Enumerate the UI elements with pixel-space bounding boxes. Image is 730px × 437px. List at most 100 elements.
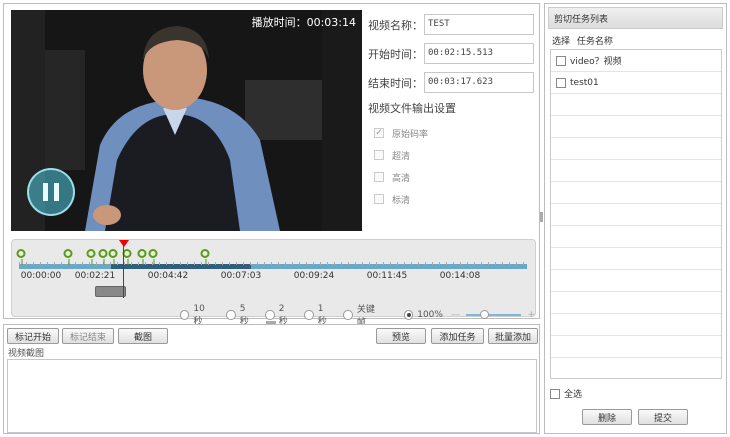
timeline-tick [432,262,433,265]
add-task-button[interactable]: 添加任务 [431,328,484,344]
video-letterbox-right [322,10,362,231]
timeline-tick [383,262,384,265]
clip-selection-handle[interactable] [95,286,126,297]
task-name: video？视频 [570,57,622,67]
empty-row [551,270,721,292]
task-list-header: 选择 任务名称 [552,34,617,47]
zoom-slider[interactable] [465,310,522,319]
timeline-tick [117,262,118,265]
step-radio-2s[interactable] [265,310,275,320]
empty-row [551,204,721,226]
empty-row [551,336,721,358]
timeline-tick [257,262,258,265]
start-time-input[interactable]: 00:02:15.513 [424,43,534,64]
select-all-checkbox[interactable] [550,388,560,399]
option-label: 标清 [392,195,411,206]
timeline-tick [215,262,216,265]
timeline-tick [82,262,83,265]
timeline-tick [173,262,174,265]
video-player[interactable]: 播放时间：00:03:14 [11,10,362,231]
submit-button[interactable]: 提交 [638,409,688,425]
timeline-tick [40,262,41,265]
timeline-marker[interactable] [200,249,210,265]
step-radio-5s[interactable] [226,310,236,320]
timeline-marker[interactable] [108,249,118,265]
zoom-radio[interactable] [403,310,414,320]
preview-button[interactable]: 预览 [376,328,426,344]
timeline-tick [264,262,265,265]
pause-button[interactable] [27,168,75,216]
editor-panel: 播放时间：00:03:14 视频名称： TEST 开始时间： 00:02:15.… [3,3,540,328]
column-task-name: 任务名称 [576,37,613,47]
timeline-tick [208,262,209,265]
empty-row [551,94,721,116]
option-original-bitrate[interactable]: ✓ 原始码率 [368,122,538,144]
timeline-tick [390,262,391,265]
empty-row [551,138,721,160]
video-frame [45,10,322,231]
timeline-tick [397,262,398,265]
timeline-tick [19,262,20,265]
timeline-tick [516,262,517,265]
task-checkbox[interactable] [556,77,566,88]
timeline-marker[interactable] [86,249,96,265]
mark-start-button[interactable]: 标记开始 [7,328,59,344]
timeline-tick [369,262,370,265]
checkbox-ultra-hd[interactable] [374,150,384,160]
timeline-tick [453,262,454,265]
screenshot-button[interactable]: 截图 [118,328,168,344]
timeline-tick [243,262,244,265]
empty-row [551,182,721,204]
timeline[interactable]: 00:00:00 00:02:21 00:04:42 00:07:03 00:0… [11,239,536,328]
screenshot-area[interactable] [7,359,537,433]
timeline-tick [446,262,447,265]
zoom-out-icon[interactable]: — [451,310,460,320]
timeline-tick [89,262,90,265]
timeline-tick [418,262,419,265]
option-ultra-hd[interactable]: 超清 [368,144,538,166]
screenshot-label: 视频截图 [8,349,45,359]
end-time-input[interactable]: 00:03:17.623 [424,72,534,93]
timeline-tick [33,262,34,265]
vertical-splitter[interactable] [540,212,543,222]
timeline-tick [201,262,202,265]
timeline-tick [285,262,286,265]
zoom-label: 100% [417,310,443,320]
delete-button[interactable]: 删除 [582,409,632,425]
timeline-tick [229,262,230,265]
playhead-icon[interactable] [119,240,129,247]
timeline-marker[interactable] [137,249,147,265]
timeline-tick [355,262,356,265]
step-radio-keyframe[interactable] [343,310,353,320]
end-time-label: 结束时间： [368,76,423,90]
empty-row [551,314,721,336]
step-radio-10s[interactable] [180,310,190,320]
zoom-slider-knob[interactable] [479,310,489,319]
step-radio-1s[interactable] [304,310,314,320]
timeline-marker[interactable] [98,249,108,265]
list-item[interactable]: video？视频 [551,50,721,72]
option-hd[interactable]: 高清 [368,166,538,188]
timeline-tick [194,262,195,265]
video-name-label: 视频名称： [368,18,423,32]
checkbox-hd[interactable] [374,172,384,182]
timeline-tick [411,262,412,265]
playhead-line[interactable] [123,242,124,298]
zoom-in-icon[interactable]: + [527,310,535,320]
checkbox-original-bitrate[interactable]: ✓ [374,128,384,138]
select-all[interactable]: 全选 [550,387,582,400]
batch-add-button[interactable]: 批量添加 [488,328,538,344]
option-sd[interactable]: 标清 [368,188,538,210]
task-list-panel: 剪切任务列表 选择 任务名称 video？视频 test01 全选 删除 提交 [544,3,727,434]
timeline-marker[interactable] [63,249,73,265]
list-item[interactable]: test01 [551,72,721,94]
video-name-input[interactable]: TEST [424,14,534,35]
checkbox-sd[interactable] [374,194,384,204]
timeline-tick [145,262,146,265]
timeline-tick [96,262,97,265]
timeline-time-label: 00:09:24 [293,271,335,281]
timeline-marker[interactable] [148,249,158,265]
timeline-marker[interactable] [16,249,26,265]
task-checkbox[interactable] [556,55,566,66]
mark-end-button[interactable]: 标记结束 [62,328,114,344]
